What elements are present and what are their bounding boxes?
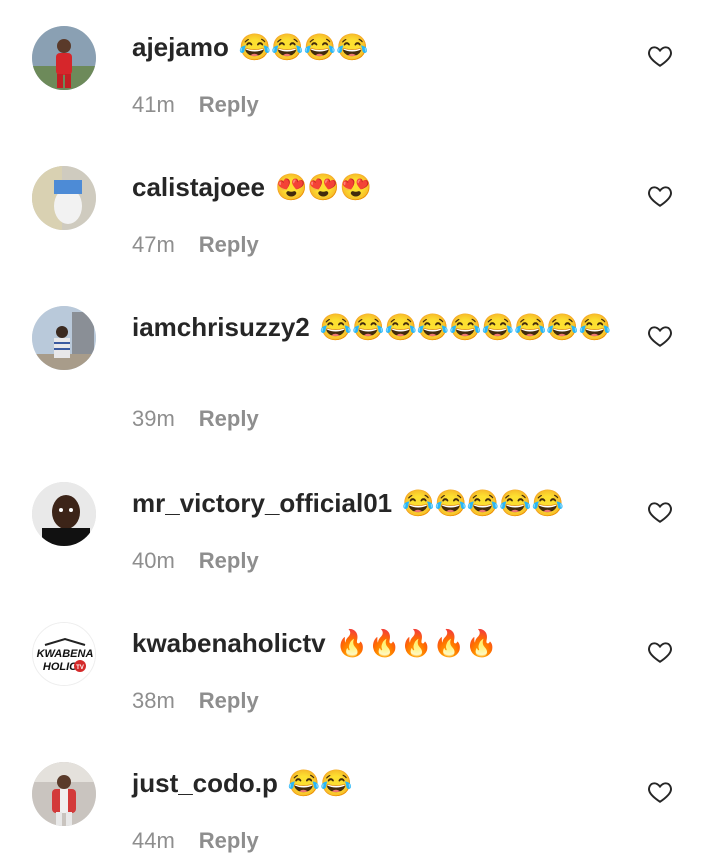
reply-button[interactable]: Reply xyxy=(199,232,259,257)
heart-icon[interactable] xyxy=(647,779,673,805)
avatar[interactable] xyxy=(32,306,96,370)
timestamp: 39m xyxy=(132,406,175,431)
heart-icon[interactable] xyxy=(647,323,673,349)
username[interactable]: calistajoee xyxy=(132,172,265,202)
timestamp: 47m xyxy=(132,232,175,257)
avatar[interactable] xyxy=(32,166,96,230)
comment-text: 😂😂😂😂😂 xyxy=(402,488,565,518)
username[interactable]: mr_victory_official01 xyxy=(132,488,392,518)
svg-text:HOLIC: HOLIC xyxy=(43,661,78,673)
username[interactable]: iamchrisuzzy2 xyxy=(132,312,310,342)
comment-text: 😂😂😂😂 xyxy=(238,32,369,62)
heart-icon[interactable] xyxy=(647,499,673,525)
username[interactable]: ajejamo xyxy=(132,32,229,62)
comment-text: 😍😍😍 xyxy=(274,172,373,202)
heart-icon[interactable] xyxy=(647,43,673,69)
reply-button[interactable]: Reply xyxy=(199,688,259,713)
timestamp: 40m xyxy=(132,548,175,573)
reply-button[interactable]: Reply xyxy=(199,406,259,431)
avatar[interactable] xyxy=(32,762,96,826)
comment-text: 😂😂 xyxy=(287,768,353,798)
reply-button[interactable]: Reply xyxy=(199,548,259,573)
heart-icon[interactable] xyxy=(647,183,673,209)
heart-icon[interactable] xyxy=(647,639,673,665)
timestamp: 41m xyxy=(132,92,175,117)
avatar[interactable] xyxy=(32,482,96,546)
avatar[interactable] xyxy=(32,26,96,90)
reply-button[interactable]: Reply xyxy=(199,828,259,853)
comment-text: 😂😂😂😂😂😂😂😂😂 xyxy=(319,312,612,342)
username[interactable]: kwabenaholictv xyxy=(132,628,326,658)
comment-text: 🔥🔥🔥🔥🔥 xyxy=(335,628,498,658)
timestamp: 38m xyxy=(132,688,175,713)
svg-text:TV: TV xyxy=(76,665,84,671)
svg-text:KWABENA: KWABENA xyxy=(37,648,94,660)
username[interactable]: just_codo.p xyxy=(132,768,278,798)
avatar[interactable]: KWABENA HOLIC TV xyxy=(32,622,96,686)
reply-button[interactable]: Reply xyxy=(199,92,259,117)
timestamp: 44m xyxy=(132,828,175,853)
